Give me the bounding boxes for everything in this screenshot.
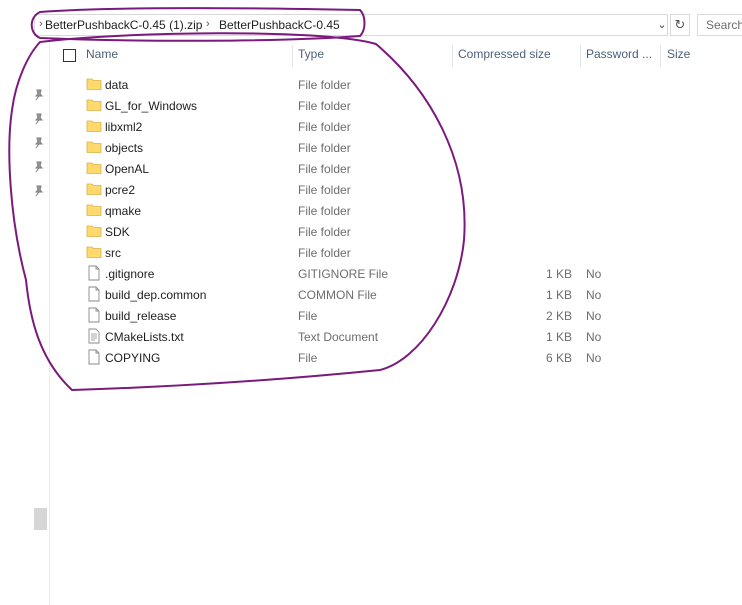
file-name[interactable]: pcre2 <box>105 183 135 197</box>
folder-icon <box>86 78 102 90</box>
pin-icon[interactable] <box>33 113 45 125</box>
folder-icon <box>86 246 102 258</box>
file-type: COMMON File <box>298 288 377 302</box>
refresh-icon[interactable]: ↻ <box>670 14 690 36</box>
column-divider[interactable] <box>660 45 661 67</box>
file-type: File <box>298 351 318 365</box>
folder-icon <box>86 99 102 111</box>
file-icon <box>88 265 100 281</box>
breadcrumb-separator-icon[interactable]: › <box>206 18 210 30</box>
file-name[interactable]: objects <box>105 141 143 155</box>
pin-icon[interactable] <box>33 161 45 173</box>
file-row[interactable]: SDK File folder <box>52 221 692 242</box>
nav-scrollbar-thumb[interactable] <box>34 508 47 530</box>
pin-icon[interactable] <box>33 89 45 101</box>
file-compressed-size: 1 KB <box>545 330 572 344</box>
file-name[interactable]: src <box>105 246 121 260</box>
folder-icon <box>86 120 102 132</box>
file-icon <box>88 349 100 365</box>
file-password: No <box>586 309 602 323</box>
file-type: File folder <box>298 225 351 239</box>
file-row[interactable]: build_dep.common COMMON File 1 KB No <box>52 284 692 305</box>
file-row[interactable]: GL_for_Windows File folder <box>52 95 692 116</box>
file-compressed-size: 2 KB <box>545 309 572 323</box>
file-compressed-size: 6 KB <box>545 351 572 365</box>
folder-icon <box>86 225 102 237</box>
file-password: No <box>586 267 602 281</box>
select-all-checkbox[interactable] <box>63 49 76 62</box>
file-type: File folder <box>298 204 351 218</box>
file-icon <box>88 307 100 323</box>
file-row[interactable]: CMakeLists.txt Text Document 1 KB No <box>52 326 692 347</box>
file-row[interactable]: build_release File 2 KB No <box>52 305 692 326</box>
file-password: No <box>586 351 602 365</box>
column-header-name[interactable]: Name <box>86 47 118 67</box>
file-name[interactable]: build_release <box>105 309 176 323</box>
chevron-down-icon[interactable]: ⌄ <box>655 14 669 36</box>
file-type: File folder <box>298 78 351 92</box>
column-divider[interactable] <box>580 45 581 67</box>
file-type: File folder <box>298 99 351 113</box>
file-name[interactable]: COPYING <box>105 351 160 365</box>
file-row[interactable]: .gitignore GITIGNORE File 1 KB No <box>52 263 692 284</box>
folder-icon <box>86 141 102 153</box>
breadcrumb-zip[interactable]: BetterPushbackC-0.45 (1).zip <box>45 18 202 32</box>
file-password: No <box>586 288 602 302</box>
file-compressed-size: 1 KB <box>545 267 572 281</box>
file-name[interactable]: qmake <box>105 204 141 218</box>
file-name[interactable]: SDK <box>105 225 130 239</box>
file-type: File <box>298 309 318 323</box>
file-type: File folder <box>298 246 351 260</box>
breadcrumb-separator-icon[interactable]: › <box>39 18 43 30</box>
file-compressed-size: 1 KB <box>545 288 572 302</box>
file-row[interactable]: COPYING File 6 KB No <box>52 347 692 368</box>
folder-icon <box>86 183 102 195</box>
file-name[interactable]: libxml2 <box>105 120 142 134</box>
file-type: Text Document <box>298 330 379 344</box>
navigation-pane <box>0 40 50 605</box>
file-row[interactable]: OpenAL File folder <box>52 158 692 179</box>
file-type: File folder <box>298 120 351 134</box>
file-name[interactable]: OpenAL <box>105 162 149 176</box>
text-document-icon <box>88 328 100 344</box>
file-type: GITIGNORE File <box>298 267 389 281</box>
file-row[interactable]: src File folder <box>52 242 692 263</box>
file-name[interactable]: build_dep.common <box>105 288 206 302</box>
file-row[interactable]: pcre2 File folder <box>52 179 692 200</box>
pin-icon[interactable] <box>33 185 45 197</box>
file-name[interactable]: GL_for_Windows <box>105 99 197 113</box>
file-name[interactable]: .gitignore <box>105 267 154 281</box>
file-type: File folder <box>298 162 351 176</box>
file-row[interactable]: libxml2 File folder <box>52 116 692 137</box>
file-type: File folder <box>298 183 351 197</box>
column-header-compressed-size[interactable]: Compressed size <box>458 47 551 67</box>
file-row[interactable]: objects File folder <box>52 137 692 158</box>
breadcrumb-folder[interactable]: BetterPushbackC-0.45 <box>219 18 340 32</box>
pin-icon[interactable] <box>33 137 45 149</box>
file-name[interactable]: CMakeLists.txt <box>105 330 184 344</box>
file-row[interactable]: data File folder <box>52 74 692 95</box>
file-name[interactable]: data <box>105 78 128 92</box>
column-header-size[interactable]: Size <box>667 47 690 67</box>
file-password: No <box>586 330 602 344</box>
file-type: File folder <box>298 141 351 155</box>
file-row[interactable]: qmake File folder <box>52 200 692 221</box>
folder-icon <box>86 162 102 174</box>
search-input[interactable]: Search <box>697 14 742 36</box>
file-icon <box>88 286 100 302</box>
column-divider[interactable] <box>452 45 453 67</box>
column-header-type[interactable]: Type <box>298 47 324 67</box>
address-bar[interactable]: › BetterPushbackC-0.45 (1).zip › BetterP… <box>34 14 668 36</box>
column-header-password[interactable]: Password ... <box>586 47 652 67</box>
folder-icon <box>86 204 102 216</box>
column-divider[interactable] <box>292 45 293 67</box>
